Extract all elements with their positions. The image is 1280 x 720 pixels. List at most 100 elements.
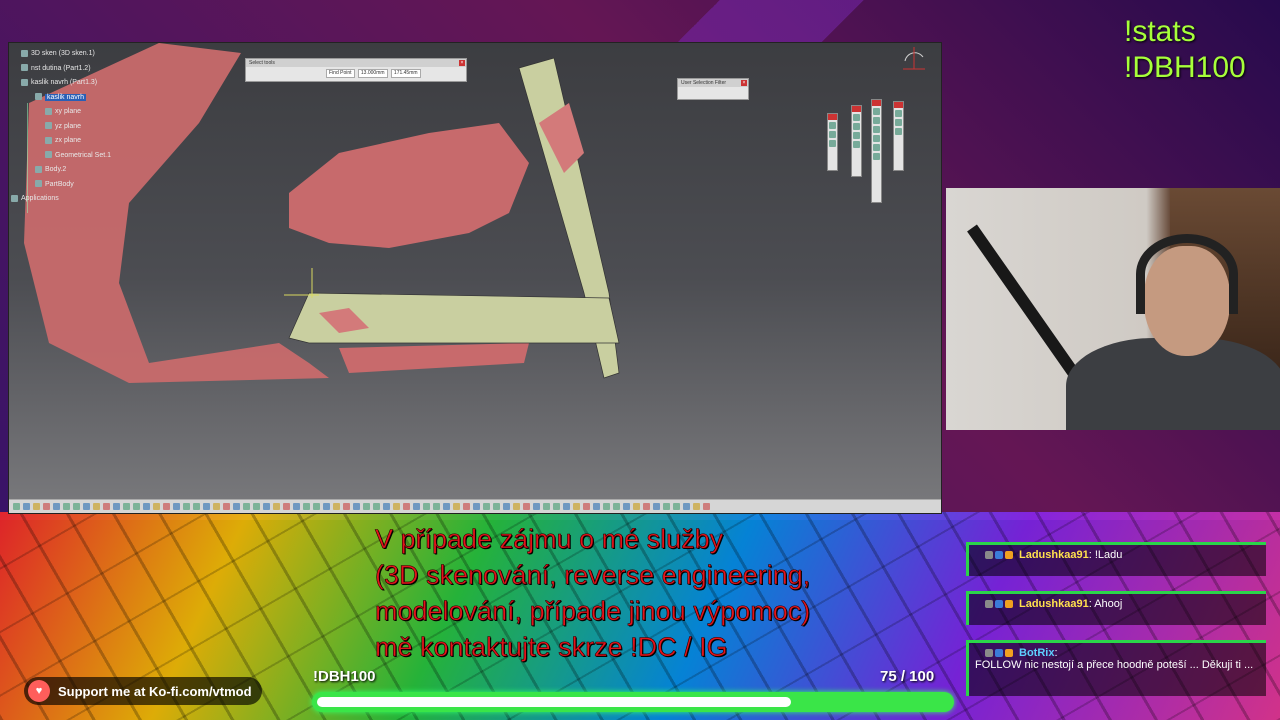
find-point-field[interactable]: Find Point bbox=[326, 69, 355, 78]
toolbar-icon[interactable] bbox=[353, 503, 360, 510]
toolbar-icon[interactable] bbox=[403, 503, 410, 510]
close-icon[interactable]: × bbox=[459, 60, 465, 66]
toolbar-icon[interactable] bbox=[383, 503, 390, 510]
toolbar-icon[interactable] bbox=[113, 503, 120, 510]
tree-item[interactable]: nst dutina (Part1.2) bbox=[11, 62, 131, 77]
toolbar-icon[interactable] bbox=[393, 503, 400, 510]
toolbar-icon[interactable] bbox=[263, 503, 270, 510]
toolbar-icon[interactable] bbox=[643, 503, 650, 510]
toolbar-icon[interactable] bbox=[563, 503, 570, 510]
coordinate-field-2[interactable]: 171.45mm bbox=[390, 69, 421, 78]
toolbar-icon[interactable] bbox=[173, 503, 180, 510]
coordinate-field-1[interactable]: 13.000mm bbox=[357, 69, 388, 78]
tree-item[interactable]: kaslik navrh bbox=[11, 91, 131, 106]
toolbar-icon[interactable] bbox=[573, 503, 580, 510]
toolbar-icon[interactable] bbox=[63, 503, 70, 510]
toolbar-icon[interactable] bbox=[33, 503, 40, 510]
toolbar-icon[interactable] bbox=[13, 503, 20, 510]
toolbar-icon[interactable] bbox=[323, 503, 330, 510]
toolbar-icon[interactable] bbox=[313, 503, 320, 510]
toolbar-icon[interactable] bbox=[483, 503, 490, 510]
chat-username[interactable]: Ladushkaa91 bbox=[1019, 549, 1089, 561]
toolbar-icon[interactable] bbox=[53, 503, 60, 510]
tree-item[interactable]: zx plane bbox=[11, 134, 131, 149]
toolbar-icon[interactable] bbox=[523, 503, 530, 510]
toolbar-icon[interactable] bbox=[283, 503, 290, 510]
tool-palette-2[interactable] bbox=[851, 105, 862, 177]
toolbar-icon[interactable] bbox=[223, 503, 230, 510]
tool-palette-1[interactable] bbox=[827, 113, 838, 171]
toolbar-icon[interactable] bbox=[163, 503, 170, 510]
toolbar-icon[interactable] bbox=[493, 503, 500, 510]
toolbar-icon[interactable] bbox=[83, 503, 90, 510]
toolbar-icon[interactable] bbox=[503, 503, 510, 510]
toolbar-icon[interactable] bbox=[553, 503, 560, 510]
close-icon[interactable]: × bbox=[741, 80, 747, 86]
toolbar-icon[interactable] bbox=[663, 503, 670, 510]
tool-palette-4[interactable] bbox=[893, 101, 904, 171]
tree-item[interactable]: yz plane bbox=[11, 120, 131, 135]
toolbar-icon[interactable] bbox=[623, 503, 630, 510]
toolbar-icon[interactable] bbox=[653, 503, 660, 510]
toolbar-icon[interactable] bbox=[533, 503, 540, 510]
toolbar-icon[interactable] bbox=[203, 503, 210, 510]
toolbar-icon[interactable] bbox=[273, 503, 280, 510]
toolbar-icon[interactable] bbox=[363, 503, 370, 510]
toolbar-icon[interactable] bbox=[233, 503, 240, 510]
toolbar-icon[interactable] bbox=[153, 503, 160, 510]
compass-icon[interactable] bbox=[899, 43, 929, 75]
toolbar-icon[interactable] bbox=[213, 503, 220, 510]
tool-palette-3[interactable] bbox=[871, 99, 882, 203]
toolbar-icon[interactable] bbox=[253, 503, 260, 510]
toolbar-icon[interactable] bbox=[513, 503, 520, 510]
toolbar-icon[interactable] bbox=[423, 503, 430, 510]
toolbar-icon[interactable] bbox=[683, 503, 690, 510]
toolbar-icon[interactable] bbox=[603, 503, 610, 510]
toolbar-icon[interactable] bbox=[593, 503, 600, 510]
tree-item[interactable]: xy plane bbox=[11, 105, 131, 120]
toolbar-icon[interactable] bbox=[463, 503, 470, 510]
tree-item[interactable]: PartBody bbox=[11, 178, 131, 193]
toolbar-icon[interactable] bbox=[453, 503, 460, 510]
toolbar-icon[interactable] bbox=[183, 503, 190, 510]
toolbar-icon[interactable] bbox=[693, 503, 700, 510]
toolbar-icon[interactable] bbox=[673, 503, 680, 510]
toolbar-icon[interactable] bbox=[143, 503, 150, 510]
toolbar-icon[interactable] bbox=[583, 503, 590, 510]
user-selection-filter-dialog[interactable]: User Selection Filter × bbox=[677, 78, 749, 100]
bottom-toolbar[interactable] bbox=[9, 499, 941, 513]
toolbar-icon[interactable] bbox=[443, 503, 450, 510]
toolbar-icon[interactable] bbox=[373, 503, 380, 510]
toolbar-icon[interactable] bbox=[43, 503, 50, 510]
toolbar-icon[interactable] bbox=[193, 503, 200, 510]
toolbar-icon[interactable] bbox=[343, 503, 350, 510]
tree-item[interactable]: Body.2 bbox=[11, 163, 131, 178]
3d-viewport[interactable] bbox=[9, 43, 942, 501]
tree-item[interactable]: Applications bbox=[11, 192, 131, 207]
tree-item[interactable]: 3D sken (3D sken.1) bbox=[11, 47, 131, 62]
toolbar-icon[interactable] bbox=[73, 503, 80, 510]
toolbar-icon[interactable] bbox=[123, 503, 130, 510]
tree-item[interactable]: Geometrical Set.1 bbox=[11, 149, 131, 164]
toolbar-icon[interactable] bbox=[433, 503, 440, 510]
toolbar-icon[interactable] bbox=[413, 503, 420, 510]
toolbar-icon[interactable] bbox=[23, 503, 30, 510]
toolbar-icon[interactable] bbox=[543, 503, 550, 510]
toolbar-icon[interactable] bbox=[303, 503, 310, 510]
chat-username[interactable]: BotRix bbox=[1019, 647, 1054, 659]
toolbar-icon[interactable] bbox=[133, 503, 140, 510]
tree-item-label: zx plane bbox=[55, 137, 82, 144]
toolbar-icon[interactable] bbox=[103, 503, 110, 510]
chat-username[interactable]: Ladushkaa91 bbox=[1019, 598, 1089, 610]
toolbar-icon[interactable] bbox=[613, 503, 620, 510]
toolbar-icon[interactable] bbox=[293, 503, 300, 510]
kofi-banner[interactable]: ♥ Support me at Ko-fi.com/vtmod bbox=[24, 677, 262, 705]
toolbar-icon[interactable] bbox=[93, 503, 100, 510]
toolbar-icon[interactable] bbox=[633, 503, 640, 510]
select-tools-dialog[interactable]: Select tools × Find Point 13.000mm 171.4… bbox=[245, 58, 467, 82]
toolbar-icon[interactable] bbox=[333, 503, 340, 510]
toolbar-icon[interactable] bbox=[703, 503, 710, 510]
toolbar-icon[interactable] bbox=[243, 503, 250, 510]
tree-item[interactable]: kaslik navrh (Part1.3) bbox=[11, 76, 131, 91]
toolbar-icon[interactable] bbox=[473, 503, 480, 510]
